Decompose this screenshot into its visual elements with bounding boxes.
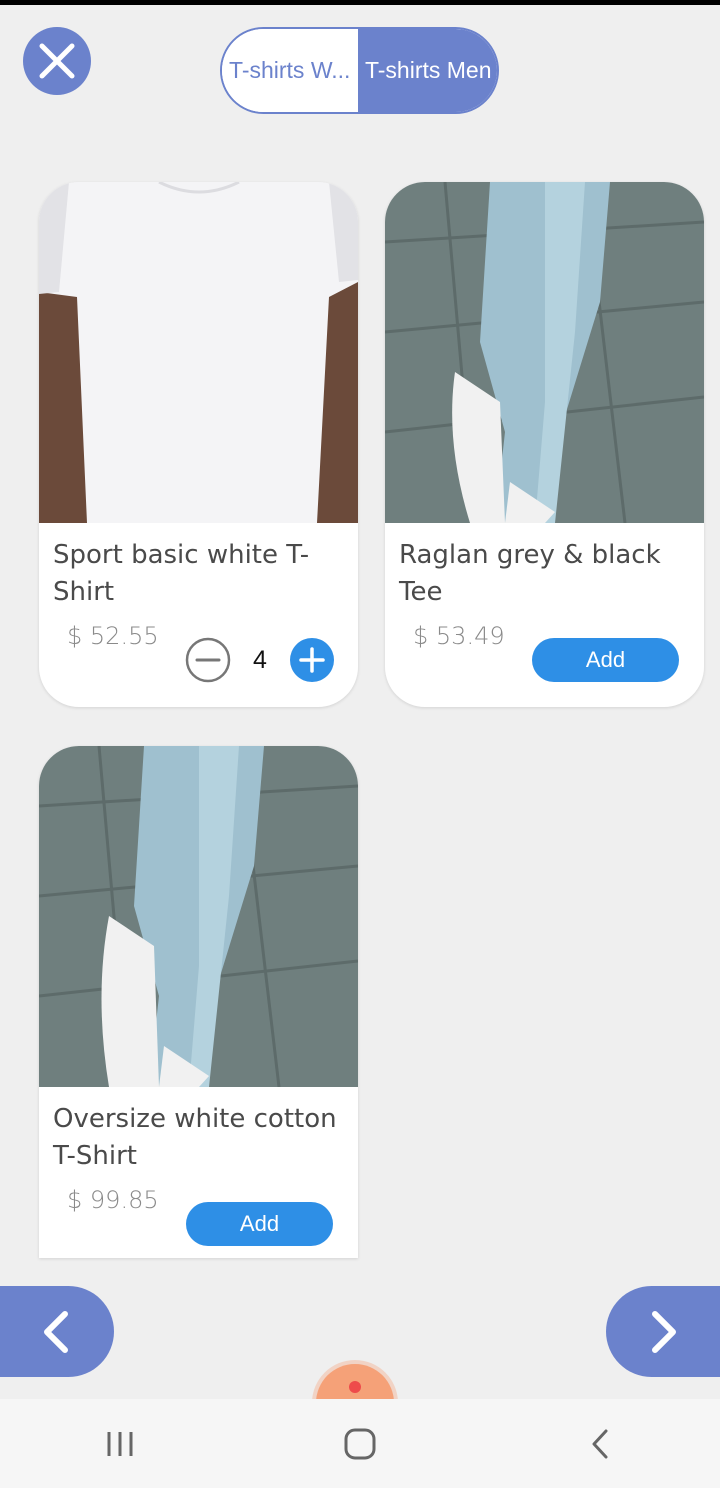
product-title: Raglan grey & black Tee: [399, 540, 661, 607]
product-card[interactable]: Oversize white cotton T-Shirt $ 99.85 Ad…: [39, 746, 358, 1258]
product-image: [39, 182, 358, 523]
quantity-value: 4: [253, 645, 267, 674]
tab-tshirts-women[interactable]: T-shirts W...: [222, 29, 360, 112]
recents-button[interactable]: [80, 1414, 160, 1474]
add-to-cart-button[interactable]: Add: [186, 1202, 333, 1246]
product-image: [385, 182, 704, 523]
next-page-button[interactable]: [606, 1286, 720, 1377]
app-screen: T-shirts W... T-shirts Men Sport basic w…: [0, 0, 720, 1488]
product-card[interactable]: Raglan grey & black Tee $ 53.49 Add: [385, 182, 704, 707]
previous-page-button[interactable]: [0, 1286, 114, 1377]
chevron-right-icon: [652, 1310, 676, 1353]
tab-tshirts-men[interactable]: T-shirts Men: [359, 29, 497, 112]
product-price: $ 99.85: [67, 1186, 159, 1214]
back-icon: [592, 1429, 608, 1458]
minus-circle-icon[interactable]: [185, 637, 231, 683]
plus-circle-icon[interactable]: [289, 637, 335, 683]
back-button[interactable]: [560, 1414, 640, 1474]
close-icon: [39, 43, 75, 79]
add-to-cart-button[interactable]: Add: [532, 638, 679, 682]
notification-dot: [349, 1381, 361, 1393]
product-card[interactable]: Sport basic white T-Shirt $ 52.55 4: [39, 182, 358, 707]
chevron-left-icon: [44, 1310, 68, 1353]
home-button[interactable]: [320, 1414, 400, 1474]
product-image: [39, 746, 358, 1087]
quantity-stepper: 4: [185, 637, 335, 683]
category-tabs: T-shirts W... T-shirts Men: [220, 27, 499, 114]
close-button[interactable]: [23, 27, 91, 95]
system-navigation-bar: [0, 1399, 720, 1488]
home-icon: [344, 1428, 376, 1459]
product-title: Oversize white cotton T-Shirt: [53, 1104, 337, 1171]
status-bar: [0, 0, 720, 5]
product-price: $ 52.55: [67, 622, 159, 650]
recents-icon: [107, 1431, 133, 1456]
product-price: $ 53.49: [413, 622, 505, 650]
product-title: Sport basic white T-Shirt: [53, 540, 310, 607]
